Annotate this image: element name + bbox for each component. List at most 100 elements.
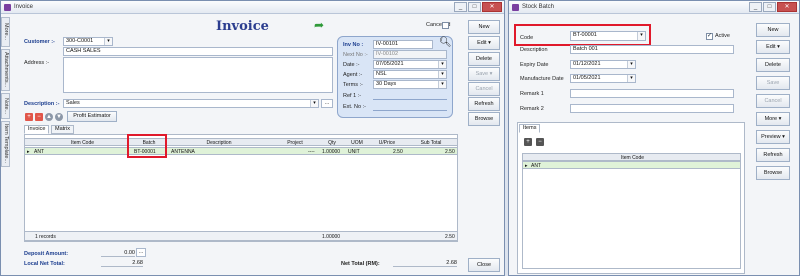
search-icon[interactable]: 🔍︎ [439,37,452,48]
chevron-down-icon: ▾ [488,40,491,46]
maximize-button[interactable]: □ [468,2,481,12]
more-button[interactable]: More ▾ [756,112,790,126]
refresh-button[interactable]: Refresh [756,148,790,162]
agent-field[interactable]: NSL ▾ [373,70,447,79]
save-button[interactable]: Save [756,76,790,90]
date-field[interactable]: 07/05/2021 ▾ [373,60,447,69]
ref1-label: Ref 1 :- [343,93,362,99]
side-tab-note[interactable]: Note... [1,93,10,119]
row-item-code[interactable]: ANT [34,149,44,155]
new-button[interactable]: New [468,20,500,34]
side-tab-more[interactable]: More... [1,17,10,47]
cancel-button[interactable]: Cancel [756,94,790,108]
close-window-button[interactable]: ✕ [482,2,502,12]
col-uprice[interactable]: U/Price [370,140,404,146]
side-tab-item-template[interactable]: Item Template... [1,121,10,167]
active-checkbox[interactable] [706,32,713,40]
close-button[interactable]: Close [468,258,500,272]
manufacture-date-value: 01/05/2021 [573,75,601,81]
local-net-total-value: 2.68 [101,260,143,267]
deposit-more-button[interactable]: ... [136,248,146,257]
delete-button[interactable]: Delete [756,58,790,72]
remark2-label: Remark 2 [520,106,544,112]
preview-button[interactable]: Preview ▾ [756,130,790,144]
deposit-value[interactable]: 0.00 [101,250,135,257]
manufacture-date-field[interactable]: 01/05/2021 ▾ [570,74,636,83]
share-arrow-icon[interactable]: ➦ [314,18,324,32]
new-button[interactable]: New [756,23,790,37]
close-window-button[interactable]: ✕ [777,2,797,12]
chevron-down-icon[interactable]: ▾ [627,75,635,82]
customer-label: Customer :- [24,39,55,45]
customer-name-field[interactable]: CASH SALES [63,47,333,56]
terms-field[interactable]: 30 Days ▾ [373,80,447,89]
add-row-icon[interactable]: + [25,113,33,121]
tab-matrix[interactable]: Matrix [51,125,74,134]
cancelled-checkbox[interactable] [442,22,449,29]
minimize-button[interactable]: _ [454,2,467,12]
app-icon [512,4,519,11]
table-row[interactable]: ▸ ANT BT-00001 ANTENNA ---- 1.00000 UNIT… [24,147,458,155]
row-subtotal[interactable]: 2.50 [445,149,455,155]
row-price[interactable]: 2.50 [393,149,403,155]
chevron-down-icon[interactable]: ▾ [438,61,446,68]
tab-invoice[interactable]: Invoice [24,125,50,134]
col-description[interactable]: Description [168,140,270,146]
remark2-field[interactable] [570,104,734,113]
chevron-down-icon[interactable]: ▾ [627,61,635,68]
minimize-button[interactable]: _ [749,2,762,12]
col-item-code[interactable]: Item Code [35,140,130,146]
chevron-down-icon: ▾ [778,116,782,122]
footer-qty: 1.00000 [322,234,341,240]
save-button[interactable]: Save ▾ [468,67,500,81]
col-subtotal[interactable]: Sub Total [405,140,457,146]
description-more-button[interactable]: ... [321,99,333,108]
customer-code-field[interactable]: 300-C0001 ▾ [63,37,113,46]
inv-no-field[interactable]: IV-00101 [373,40,433,49]
side-tab-attachments[interactable]: Attachments... [1,49,10,91]
add-item-icon[interactable]: + [524,138,532,146]
ref1-field[interactable] [373,99,447,100]
chevron-down-icon[interactable]: ▾ [310,100,318,107]
description-value: Sales [66,100,80,106]
description-field[interactable]: Sales ▾ [63,99,319,108]
browse-button[interactable]: Browse [468,112,500,126]
customer-code-value: 300-C0001 [66,38,94,44]
chevron-down-icon[interactable]: ▾ [438,81,446,88]
description-field[interactable]: Batch 001 [570,45,734,54]
items-grid-header: Item Code [522,153,741,161]
delete-button[interactable]: Delete [468,52,500,66]
cancel-button[interactable]: Cancel [468,82,500,96]
net-total-value: 2.68 [393,260,457,267]
browse-button[interactable]: Browse [756,166,790,180]
col-qty[interactable]: Qty [320,140,344,146]
expiry-date-field[interactable]: 01/12/2021 ▾ [570,60,636,69]
delete-row-icon[interactable]: − [35,113,43,121]
edit-button[interactable]: Edit ▾ [756,40,790,54]
refresh-button[interactable]: Refresh [468,97,500,111]
tab-items[interactable]: Items [519,124,541,133]
remove-item-icon[interactable]: − [536,138,544,146]
chevron-down-icon[interactable]: ▾ [104,38,112,45]
col-project[interactable]: Project [271,140,319,146]
row-qty[interactable]: 1.00000 [322,149,340,155]
preview-label: Preview [761,134,781,140]
manufacture-date-label: Manufacture Date [520,76,564,82]
table-row[interactable]: ▸ ANT [522,161,741,169]
address-field[interactable] [63,57,333,93]
row-project[interactable]: ---- [308,149,315,155]
grid-footer: 1 records 1.00000 2.50 [24,231,458,241]
invoice-heading: Invoice [216,19,269,34]
chevron-down-icon[interactable]: ▾ [438,71,446,78]
profit-estimator-button[interactable]: Profit Estimator [67,111,117,122]
ext-no-field[interactable] [373,110,447,111]
edit-button[interactable]: Edit ▾ [468,36,500,50]
move-up-icon[interactable]: ▲ [45,113,53,121]
maximize-button[interactable]: □ [763,2,776,12]
row-description[interactable]: ANTENNA [171,149,195,155]
remark1-field[interactable] [570,89,734,98]
col-uom[interactable]: UOM [345,140,369,146]
move-down-icon[interactable]: ▼ [55,113,63,121]
deposit-label: Deposit Amount: [24,251,69,257]
row-uom[interactable]: UNIT [348,149,360,155]
